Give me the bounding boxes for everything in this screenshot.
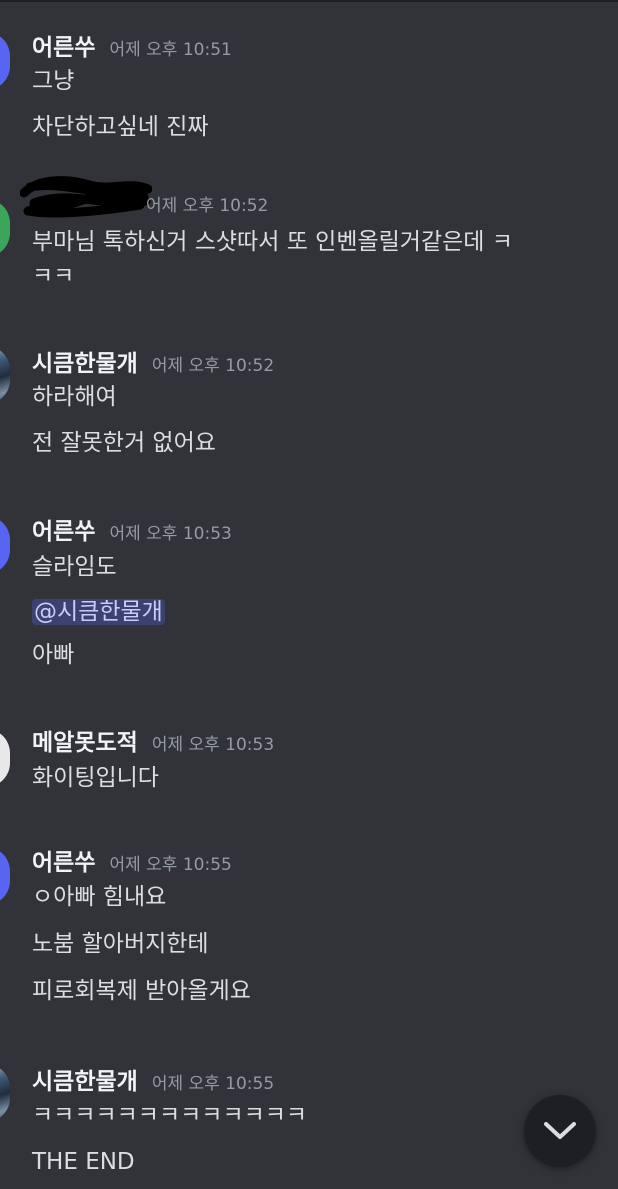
message-text: 전 잘못한거 없어요 <box>32 430 216 456</box>
message-text: 노붐 할아버지한테 <box>32 931 209 957</box>
message-text: 그냥 <box>32 68 75 94</box>
avatar[interactable] <box>0 346 10 404</box>
timestamp: 어제 오후 10:51 <box>109 40 232 60</box>
message-header: 어제 오후 10:52 <box>146 191 268 221</box>
avatar[interactable] <box>0 847 10 905</box>
message-header: 어른쑤 어제 오후 10:53 <box>32 512 232 545</box>
timestamp: 어제 오후 10:53 <box>109 524 232 544</box>
message-text: 차단하고싶네 진짜 <box>32 114 209 140</box>
message-header: 메알못도적 어제 오후 10:53 <box>32 723 275 756</box>
message-text: THE END <box>32 1149 135 1175</box>
scroll-to-bottom-button[interactable] <box>524 1095 596 1167</box>
username[interactable]: 어른쑤 <box>32 28 95 62</box>
message-header: 어른쑤 어제 오후 10:51 <box>32 28 232 61</box>
message-header: 시큼한물개 어제 오후 10:55 <box>32 1062 275 1095</box>
avatar[interactable] <box>0 32 10 90</box>
message-text: 화이팅입니다 <box>32 765 159 791</box>
message-text: ㅋㅋㅋㅋㅋㅋㅋㅋㅋㅋㅋㅋㅋ <box>32 1102 308 1128</box>
timestamp: 어제 오후 10:55 <box>109 855 232 875</box>
top-divider <box>0 0 618 2</box>
message-header: 어른쑤 어제 오후 10:55 <box>32 843 232 876</box>
avatar[interactable] <box>0 1064 10 1122</box>
message-text: 피로회복제 받아올게요 <box>32 978 251 1004</box>
timestamp: 어제 오후 10:52 <box>151 356 275 376</box>
message-text: 아빠 <box>32 642 75 668</box>
message-text: 부마님 톡하신거 스샷따서 또 인벤올릴거같은데 ㅋ <box>32 229 513 255</box>
redaction-scribble <box>20 176 152 218</box>
chevron-down-icon <box>544 1122 576 1139</box>
username[interactable]: 어른쑤 <box>32 512 95 546</box>
timestamp: 어제 오후 10:52 <box>146 196 269 216</box>
username[interactable]: 어른쑤 <box>32 843 95 877</box>
message-text: ㅇ아빠 힘내요 <box>32 884 167 910</box>
message-text: 슬라임도 <box>32 554 117 580</box>
avatar[interactable] <box>0 516 10 574</box>
username[interactable]: 시큼한물개 <box>32 1062 138 1096</box>
avatar[interactable] <box>0 729 10 787</box>
message-header: 시큼한물개 어제 오후 10:52 <box>32 344 275 377</box>
message-text: @시큼한물개 <box>32 597 165 627</box>
username[interactable]: 시큼한물개 <box>32 344 138 378</box>
message-text: 하라해여 <box>32 384 117 410</box>
timestamp: 어제 오후 10:53 <box>151 735 275 755</box>
user-mention[interactable]: @시큼한물개 <box>32 599 165 625</box>
message-text: ㅋㅋ <box>32 263 75 289</box>
avatar[interactable] <box>0 199 10 257</box>
username[interactable]: 메알못도적 <box>32 723 138 757</box>
timestamp: 어제 오후 10:55 <box>151 1074 275 1094</box>
